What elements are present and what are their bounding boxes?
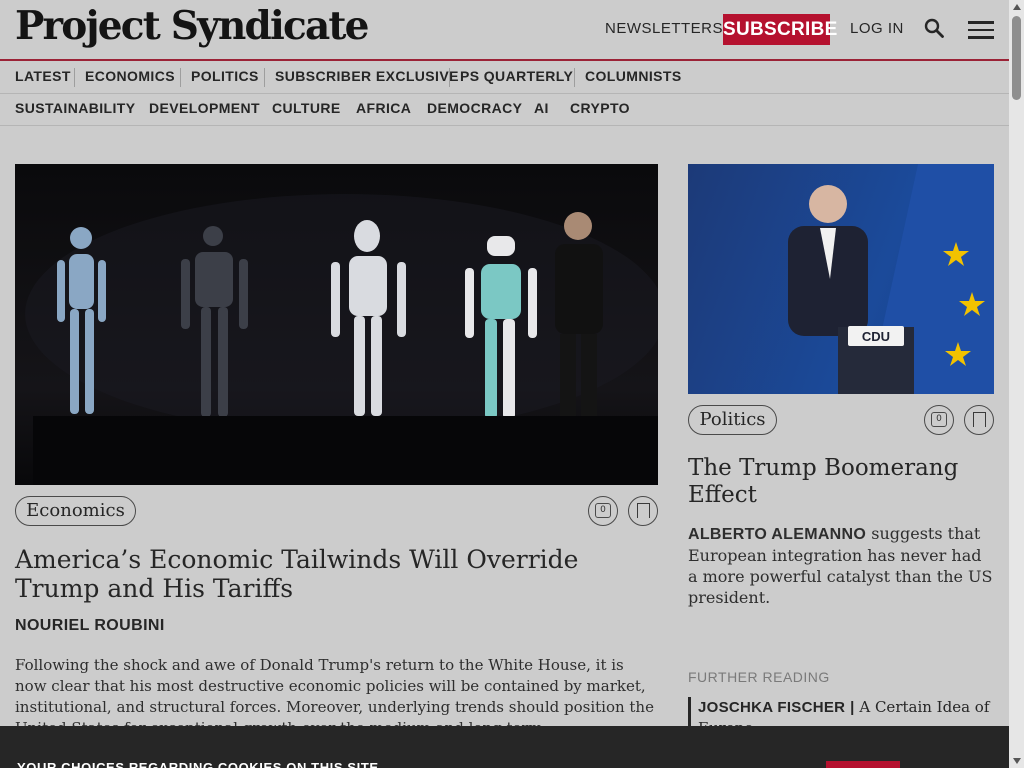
nav-item-latest[interactable]: LATEST <box>15 68 71 84</box>
side-article-title[interactable]: The Trump Boomerang Effect <box>688 455 994 508</box>
main-article-image[interactable] <box>15 164 658 485</box>
scrollbar-thumb[interactable] <box>1012 16 1021 100</box>
login-link[interactable]: LOG IN <box>850 20 904 37</box>
comment-icon: 0 <box>931 412 947 427</box>
bookmark-icon <box>973 412 986 428</box>
side-article-author[interactable]: ALBERTO ALEMANNO <box>688 526 866 543</box>
nav-item-democracy[interactable]: DEMOCRACY <box>427 100 522 116</box>
main-article-title[interactable]: America’s Economic Tailwinds Will Overri… <box>15 545 635 603</box>
further-reading-separator: | <box>850 699 855 716</box>
secondary-nav: SUSTAINABILITY DEVELOPMENT CULTURE AFRIC… <box>0 93 1009 126</box>
nav-divider <box>74 68 75 87</box>
primary-nav: LATEST ECONOMICS POLITICS SUBSCRIBER EXC… <box>0 61 1009 94</box>
nav-divider <box>180 68 181 87</box>
scroll-up-arrow-icon[interactable] <box>1013 4 1021 10</box>
hamburger-menu-icon[interactable] <box>968 21 994 39</box>
nav-divider <box>264 68 265 87</box>
nav-item-economics[interactable]: ECONOMICS <box>85 68 175 84</box>
cookie-accept-button[interactable] <box>826 761 900 768</box>
cookie-banner-title: YOUR CHOICES REGARDING COOKIES ON THIS S… <box>17 760 379 768</box>
scroll-down-arrow-icon[interactable] <box>1013 758 1021 764</box>
nav-item-sustainability[interactable]: SUSTAINABILITY <box>15 100 135 116</box>
search-icon[interactable] <box>924 18 944 38</box>
nav-item-ps-quarterly[interactable]: PS QUARTERLY <box>460 68 573 84</box>
newsletters-link[interactable]: NEWSLETTERS <box>605 20 723 37</box>
nav-item-crypto[interactable]: CRYPTO <box>570 100 630 116</box>
comments-button[interactable]: 0 <box>588 496 618 526</box>
nav-divider <box>449 68 450 87</box>
nav-item-africa[interactable]: AFRICA <box>356 100 411 116</box>
masthead: Project Syndicate NEWSLETTERS SUBSCRIBE … <box>0 0 1009 61</box>
category-tag-economics[interactable]: Economics <box>15 496 136 526</box>
nav-item-politics[interactable]: POLITICS <box>191 68 259 84</box>
nav-item-ai[interactable]: AI <box>534 100 549 116</box>
further-reading-label: FURTHER READING <box>688 669 830 685</box>
svg-text:CDU: CDU <box>862 329 890 344</box>
comment-icon: 0 <box>595 503 611 518</box>
cookie-banner: YOUR CHOICES REGARDING COOKIES ON THIS S… <box>0 726 1009 768</box>
nav-item-culture[interactable]: CULTURE <box>272 100 341 116</box>
site-logo[interactable]: Project Syndicate <box>15 3 369 49</box>
nav-item-development[interactable]: DEVELOPMENT <box>149 100 260 116</box>
page: Project Syndicate NEWSLETTERS SUBSCRIBE … <box>0 0 1009 768</box>
nav-item-columnists[interactable]: COLUMNISTS <box>585 68 682 84</box>
side-article-image[interactable]: CDU <box>688 164 994 394</box>
main-article-author[interactable]: NOURIEL ROUBINI <box>15 617 165 635</box>
side-article-summary: ALBERTO ALEMANNO suggests that European … <box>688 523 994 608</box>
category-tag-politics[interactable]: Politics <box>688 405 777 435</box>
vertical-scrollbar[interactable] <box>1009 0 1024 768</box>
subscribe-button[interactable]: SUBSCRIBE <box>723 14 837 45</box>
bookmark-button[interactable] <box>628 496 658 526</box>
comments-button[interactable]: 0 <box>924 405 954 435</box>
nav-divider <box>574 68 575 87</box>
bookmark-button[interactable] <box>964 405 994 435</box>
nav-item-subscriber-exclusive[interactable]: SUBSCRIBER EXCLUSIVE <box>275 68 459 84</box>
bookmark-icon <box>637 503 650 519</box>
further-reading-author[interactable]: JOSCHKA FISCHER <box>698 699 845 716</box>
